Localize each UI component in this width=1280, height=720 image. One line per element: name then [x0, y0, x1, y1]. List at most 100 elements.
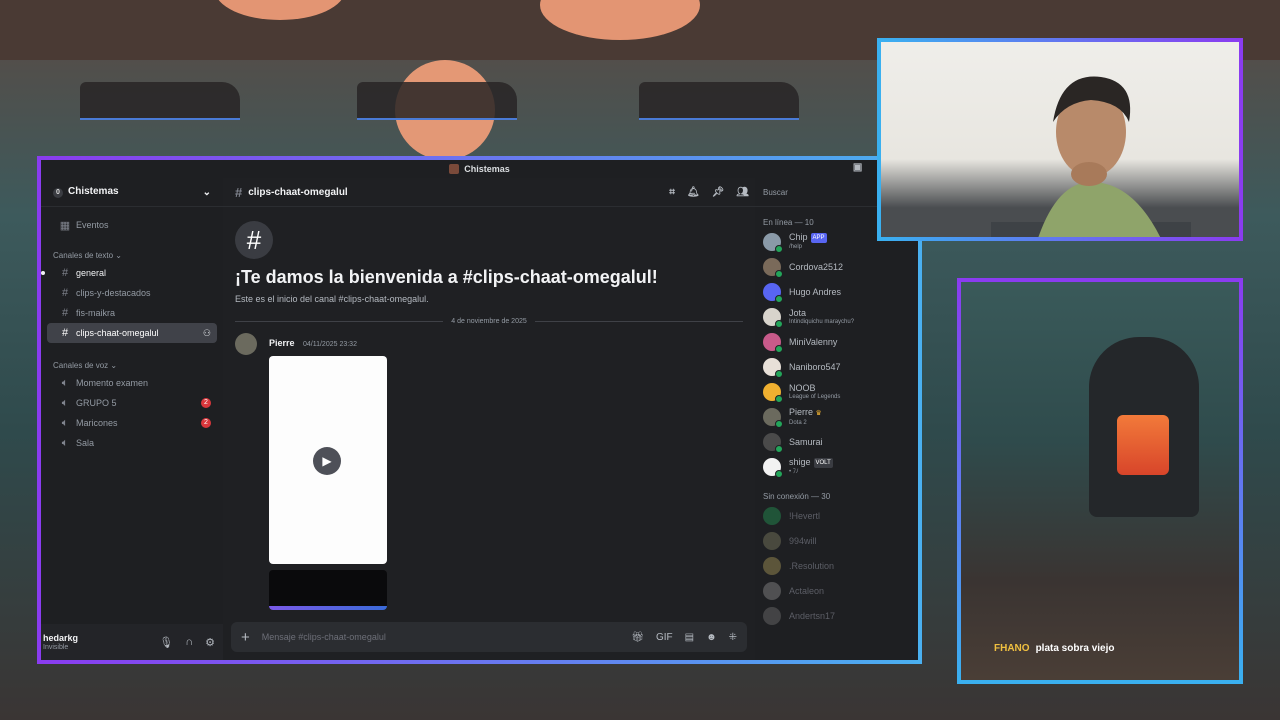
headphones-icon[interactable]: ∩ [185, 636, 193, 649]
member-item[interactable]: Cordova2512 [755, 254, 918, 279]
member-item[interactable]: .Resolution [755, 553, 918, 578]
overlay-panel-1 [80, 82, 240, 120]
member-item[interactable]: Andertsn17 [755, 603, 918, 628]
voice-channel-maricones[interactable]: 🔈︎ Maricones 2 [47, 413, 217, 433]
member-item[interactable]: !Hevertl [755, 503, 918, 528]
status-dot [775, 469, 783, 478]
chat-text: plata sobra viejo [1035, 643, 1115, 654]
status-dot [775, 419, 783, 428]
status-dot [775, 444, 783, 453]
member-item[interactable]: Jota Intindiquichu maraychu? [755, 304, 918, 329]
member-item[interactable]: Hugo Andres [755, 279, 918, 304]
sticker-icon[interactable]: ▤ [685, 632, 694, 643]
overlay-panel-3 [639, 82, 799, 120]
add-member-icon[interactable]: ⚇ [203, 328, 211, 339]
channel-header: # clips-chaat-omegalul ⌗ 🔔︎ 📌︎ 👥︎ [223, 178, 755, 207]
hash-icon: # [61, 307, 69, 319]
chat-area: # clips-chaat-omegalul ⌗ 🔔︎ 📌︎ 👥︎ # ¡Te … [223, 178, 755, 660]
speaker-icon: 🔈︎ [61, 416, 69, 429]
offline-header: Sin conexión — 30 [763, 491, 831, 501]
member-item[interactable]: 994will [755, 528, 918, 553]
voice-category[interactable]: Canales de voz ⌄ [41, 357, 223, 373]
user-panel[interactable]: hedarkg Invisible 🎙︎ ∩ ⚙ [41, 624, 223, 660]
voice-channel-sala[interactable]: 🔈︎ Sala [47, 433, 217, 453]
channel-clips-y-destacados[interactable]: # clips-y-destacados [47, 283, 217, 303]
member-item[interactable]: Samurai [755, 429, 918, 454]
stove-illustration [1089, 337, 1199, 517]
date-divider: 4 de noviembre de 2025 [235, 318, 743, 325]
server-name: Chistemas [68, 186, 119, 197]
message-composer[interactable]: + Mensaje #clips-chaat-omegalul 🎁︎ GIF ▤… [231, 622, 747, 652]
avatar [763, 531, 781, 550]
avatar [763, 407, 783, 428]
hash-icon: # [235, 184, 243, 200]
voice-channel-grupo-5[interactable]: 🔈︎ GRUPO 5 2 [47, 393, 217, 413]
server-header[interactable]: 0 Chistemas ⌄ [41, 178, 223, 207]
streamer-figure [991, 76, 1191, 237]
threads-icon[interactable]: ⌗ [669, 187, 675, 198]
member-activity: Intindiquichu maraychu? [789, 318, 855, 325]
server-icon [449, 164, 460, 174]
channel-label: GRUPO 5 [76, 398, 117, 408]
channel-sidebar: 0 Chistemas ⌄ ▦ Eventos Canales de texto … [41, 178, 223, 660]
avatar[interactable] [235, 333, 257, 355]
speaker-icon: 🔈︎ [61, 376, 69, 389]
member-item[interactable]: Pierre ♛ Dota 2 [755, 404, 918, 429]
voice-channel-momento-examen[interactable]: 🔈︎ Momento examen [47, 373, 217, 393]
member-name: NOOB [789, 382, 816, 393]
member-name: Chip [789, 232, 808, 243]
member-activity: /help [789, 243, 803, 250]
text-category[interactable]: Canales de texto ⌄ [41, 247, 223, 263]
avatar [763, 307, 783, 328]
channel-label: general [76, 268, 107, 278]
channel-fis-maikra[interactable]: # fis-maikra [47, 303, 217, 323]
avatar [763, 382, 783, 403]
channel-general[interactable]: # general [41, 263, 217, 283]
message-author[interactable]: Pierre [269, 338, 295, 348]
speaker-icon: 🔈︎ [61, 396, 69, 409]
member-item[interactable]: MiniValenny [755, 329, 918, 354]
events-item[interactable]: ▦ Eventos [47, 213, 217, 237]
hash-icon: # [61, 267, 69, 279]
video-attachment[interactable]: ▶ [269, 356, 387, 564]
channel-clips-chaat-omegalul[interactable]: # clips-chaat-omegalul ⚇ [47, 323, 217, 343]
gear-icon[interactable]: ⚙ [205, 636, 215, 649]
member-activity: • ﾌﾉ [789, 468, 799, 475]
member-name: Hugo Andres [789, 286, 842, 297]
welcome-subtitle: Este es el inicio del canal #clips-chaat… [235, 294, 429, 304]
member-name: MiniValenny [789, 336, 838, 347]
bell-icon[interactable]: 🔔︎ [687, 187, 700, 198]
status-dot [775, 344, 783, 353]
play-icon[interactable]: ▶ [313, 447, 341, 475]
emoji-icon[interactable]: ☻ [706, 632, 717, 643]
avatar [763, 282, 783, 303]
video-attachment-2[interactable] [269, 570, 387, 610]
member-name: Cordova2512 [789, 261, 844, 272]
channel-label: Sala [76, 438, 95, 448]
volt-tag: VOLT [813, 457, 833, 468]
inbox-icon[interactable]: ▣ [853, 162, 862, 173]
member-item[interactable]: Naniboro547 [755, 354, 918, 379]
calendar-icon: ▦ [59, 219, 71, 232]
avatar [763, 606, 781, 625]
channel-title: clips-chaat-omegalul [248, 186, 348, 198]
gif-icon[interactable]: GIF [656, 632, 673, 643]
crown-icon: ♛ [815, 409, 822, 417]
member-list: Buscar En línea — 10 Chip APP/help Cordov… [755, 178, 918, 660]
members-icon[interactable]: 👥︎ [736, 187, 749, 198]
member-item[interactable]: NOOB League of Legends [755, 379, 918, 404]
pin-icon[interactable]: 📌︎ [712, 187, 725, 198]
user-status: Invisible [43, 644, 69, 651]
plus-icon[interactable]: + [241, 629, 250, 646]
channel-label: clips-y-destacados [76, 288, 151, 298]
member-item[interactable]: Actaleon [755, 578, 918, 603]
welcome-title: ¡Te damos la bienvenida a #clips-chaat-o… [235, 267, 658, 287]
avatar [763, 506, 781, 525]
composer-placeholder[interactable]: Mensaje #clips-chaat-omegalul [262, 632, 386, 642]
apps-icon[interactable]: ⁜ [729, 632, 737, 643]
gift-icon[interactable]: 🎁︎ [631, 632, 644, 643]
avatar [763, 357, 783, 378]
overlay-panel-2 [357, 82, 517, 120]
microphone-icon[interactable]: 🎙︎ [159, 636, 173, 649]
member-item[interactable]: shige VOLT • ﾌﾉ [755, 454, 918, 479]
